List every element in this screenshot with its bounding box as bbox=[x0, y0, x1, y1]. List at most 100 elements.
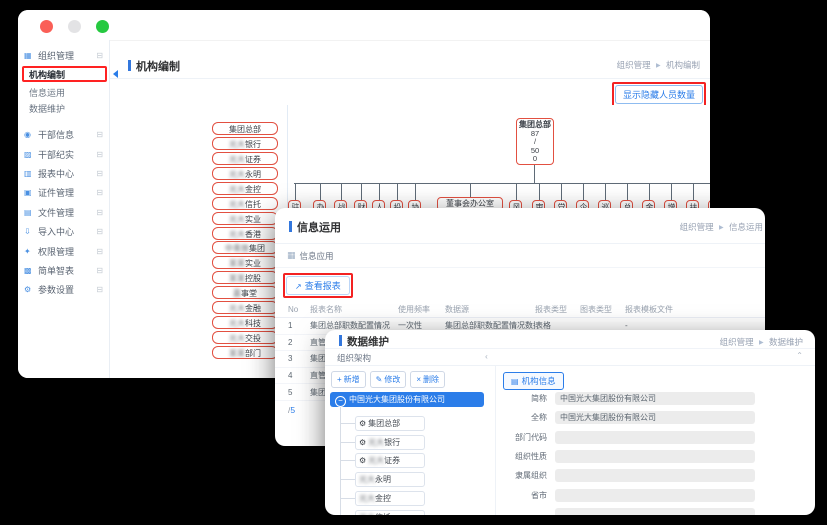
org-node-root[interactable]: 集团总部87/500 bbox=[516, 118, 554, 165]
redacted-text: 光大 bbox=[229, 185, 245, 194]
tree-node[interactable]: 光大信托 bbox=[355, 510, 425, 516]
org-left-node[interactable]: 光大实业 bbox=[212, 212, 278, 225]
org-left-node[interactable]: 光大交投 bbox=[212, 331, 278, 344]
label-text: 事堂 bbox=[241, 289, 257, 298]
sidebar-item-label: 权限管理 bbox=[38, 245, 74, 258]
sidebar-item-参数设置[interactable]: ⚙参数设置⊟ bbox=[18, 280, 109, 299]
label-text: 交投 bbox=[245, 334, 261, 343]
sidebar-item-label: 报表中心 bbox=[38, 167, 74, 180]
sidebar-item-证件管理[interactable]: ▣证件管理⊟ bbox=[18, 183, 109, 202]
org-left-node[interactable]: 某某实业 bbox=[212, 256, 278, 269]
field-input[interactable] bbox=[555, 489, 755, 502]
org-left-node[interactable]: 光大信托 bbox=[212, 197, 278, 210]
breadcrumb-parent[interactable]: 组织管理 bbox=[617, 60, 651, 70]
field-input[interactable] bbox=[555, 469, 755, 482]
breadcrumb-parent[interactable]: 组织管理 bbox=[720, 337, 754, 347]
collapse-left-panel-icon[interactable]: ‹ bbox=[485, 351, 488, 361]
org-left-node[interactable]: 光大金控 bbox=[212, 182, 278, 195]
sidebar-item-权限管理[interactable]: ✦权限管理⊟ bbox=[18, 241, 109, 260]
org-left-node[interactable]: 中青旅集团 bbox=[212, 241, 278, 254]
redacted-text: 光大 bbox=[368, 456, 384, 465]
sidebar-item-干部信息[interactable]: ◉干部信息⊟ bbox=[18, 125, 109, 144]
cell-no: 1 bbox=[288, 321, 310, 330]
breadcrumb-parent[interactable]: 组织管理 bbox=[680, 222, 714, 232]
label-text: 永明 bbox=[375, 475, 391, 484]
title-accent-bar bbox=[128, 60, 131, 71]
data-maintenance-window: 数据维护 组织管理 ▶ 数据维护 组织架构 ‹ ⌃ +新增✎修改×删除 −中国光… bbox=[325, 330, 815, 515]
redacted-text: 光大 bbox=[229, 200, 245, 209]
sidebar-item-组织管理[interactable]: ▦组织管理⊟ bbox=[18, 46, 109, 64]
gear-icon: ⚙ bbox=[24, 285, 35, 294]
table-column-header: 报表模板文件 bbox=[625, 304, 765, 315]
field-input[interactable] bbox=[555, 450, 755, 463]
tree-node[interactable]: ⚙光大银行 bbox=[355, 435, 425, 450]
field-label: 全称 bbox=[495, 411, 547, 425]
connector-line bbox=[539, 183, 540, 200]
expand-group-icon[interactable]: ⊟ bbox=[96, 188, 103, 197]
sidebar-item-报表中心[interactable]: ▥报表中心⊟ bbox=[18, 164, 109, 183]
修改-button[interactable]: ✎修改 bbox=[370, 371, 407, 388]
label-text: 永明 bbox=[245, 170, 261, 179]
redacted-text: 光大 bbox=[229, 170, 245, 179]
close-window-button[interactable] bbox=[40, 20, 53, 33]
field-input[interactable]: 中国光大集团股份有限公司 bbox=[555, 411, 755, 424]
tree-root-node[interactable]: −中国光大集团股份有限公司 bbox=[330, 392, 484, 407]
org-left-node[interactable]: 光大银行 bbox=[212, 137, 278, 150]
org-left-node[interactable]: 嘉事堂 bbox=[212, 286, 278, 299]
field-input[interactable] bbox=[555, 508, 755, 515]
view-report-button[interactable]: ↗查看报表 bbox=[283, 273, 353, 298]
field-input[interactable] bbox=[555, 431, 755, 444]
connector-line bbox=[627, 183, 628, 200]
field-input[interactable]: 中国光大集团股份有限公司 bbox=[555, 392, 755, 405]
org-root-count: 0 bbox=[517, 155, 553, 164]
expand-group-icon[interactable]: ⊟ bbox=[96, 150, 103, 159]
sidebar-item-信息运用[interactable]: 信息运用 bbox=[18, 84, 109, 100]
sidebar-item-干部纪实[interactable]: ▨干部纪实⊟ bbox=[18, 144, 109, 163]
grid-icon: ▦ bbox=[287, 250, 296, 261]
expand-group-icon[interactable]: ⊟ bbox=[96, 247, 103, 256]
tree-node[interactable]: ⚙光大证券 bbox=[355, 453, 425, 468]
collapse-group-icon[interactable]: ⊟ bbox=[96, 51, 103, 60]
org-left-node[interactable]: 光大永明 bbox=[212, 167, 278, 180]
breadcrumb: 组织管理 ▶ 机构编制 bbox=[617, 59, 700, 71]
collapse-right-panel-icon[interactable]: ⌃ bbox=[796, 351, 803, 360]
tab-org-info[interactable]: ▤机构信息 bbox=[503, 372, 564, 390]
org-left-node[interactable]: 集团总部 bbox=[212, 122, 278, 135]
show-hidden-count-button[interactable]: 显示隐藏人员数量 bbox=[612, 82, 706, 107]
org-left-node[interactable]: 光大金融 bbox=[212, 301, 278, 314]
org-left-node[interactable]: 某某部门 bbox=[212, 346, 278, 359]
redacted-text: 光大 bbox=[229, 304, 245, 313]
sidebar-item-导入中心[interactable]: ⇩导入中心⊟ bbox=[18, 222, 109, 241]
tree-node[interactable]: ⚙集团总部 bbox=[355, 416, 425, 431]
collapse-node-icon[interactable]: − bbox=[335, 396, 346, 407]
label-text: 部门 bbox=[245, 349, 261, 358]
expand-group-icon[interactable]: ⊟ bbox=[96, 227, 103, 236]
tree-node[interactable]: 光大永明 bbox=[355, 472, 425, 487]
删除-button[interactable]: ×删除 bbox=[410, 371, 445, 388]
org-structure-panel-title: 组织架构 bbox=[337, 352, 371, 364]
sidebar-item-label: 证件管理 bbox=[38, 186, 74, 199]
minimize-window-button[interactable] bbox=[68, 20, 81, 33]
maximize-window-button[interactable] bbox=[96, 20, 109, 33]
sidebar-item-数据维护[interactable]: 数据维护 bbox=[18, 100, 109, 116]
sidebar-item-简单智表[interactable]: ▩简单智表⊟ bbox=[18, 261, 109, 280]
org-left-node[interactable]: 某某控股 bbox=[212, 271, 278, 284]
sidebar: ▦组织管理⊟机构编制信息运用数据维护◉干部信息⊟▨干部纪实⊟▥报表中心⊟▣证件管… bbox=[18, 40, 110, 378]
connector-line bbox=[470, 183, 471, 197]
org-left-node[interactable]: 光大科技 bbox=[212, 316, 278, 329]
org-left-node[interactable]: 光大证券 bbox=[212, 152, 278, 165]
expand-group-icon[interactable]: ⊟ bbox=[96, 285, 103, 294]
sidebar-item-机构编制[interactable]: 机构编制 bbox=[22, 66, 107, 82]
org-tree-panel: +新增✎修改×删除 −中国光大集团股份有限公司 ⚙集团总部⚙光大银行⚙光大证券光… bbox=[325, 366, 496, 515]
info-doc-icon: ▤ bbox=[511, 377, 519, 386]
org-left-node[interactable]: 光大香港 bbox=[212, 227, 278, 240]
expand-group-icon[interactable]: ⊟ bbox=[96, 208, 103, 217]
sidebar-item-文件管理[interactable]: ▤文件管理⊟ bbox=[18, 203, 109, 222]
redacted-text: 嘉 bbox=[233, 289, 241, 298]
expand-group-icon[interactable]: ⊟ bbox=[96, 266, 103, 275]
expand-group-icon[interactable]: ⊟ bbox=[96, 130, 103, 139]
新增-button[interactable]: +新增 bbox=[331, 371, 366, 388]
expand-group-icon[interactable]: ⊟ bbox=[96, 169, 103, 178]
tree-node[interactable]: 光大金控 bbox=[355, 491, 425, 506]
label-text: 金控 bbox=[245, 185, 261, 194]
